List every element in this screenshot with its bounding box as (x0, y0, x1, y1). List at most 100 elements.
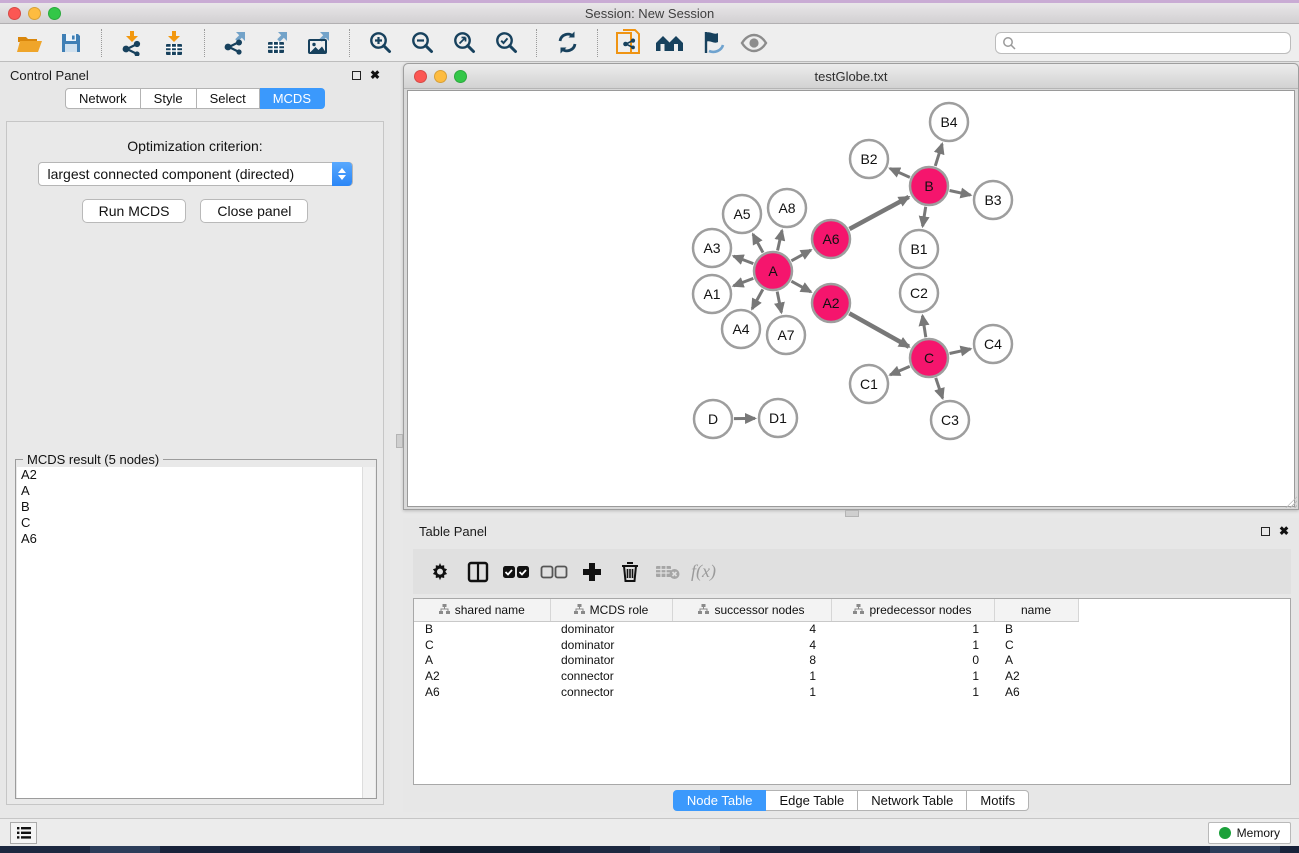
run-mcds-button[interactable]: Run MCDS (82, 199, 187, 223)
graph-edge-B-B4[interactable] (935, 144, 942, 166)
result-list-item[interactable]: A (17, 483, 363, 499)
export-table-button[interactable] (261, 27, 293, 59)
new-network-from-selection-button[interactable] (612, 27, 644, 59)
graph-edge-A6-B[interactable] (849, 197, 908, 229)
panel-splitter-grip-vertical[interactable] (396, 434, 403, 448)
network-graph[interactable]: AA1A2A3A4A5A6A7A8BB1B2B3B4CC1C2C3C4DD1 (408, 91, 1295, 507)
table-row[interactable]: A6connector11A6 (414, 684, 1078, 700)
result-list-item[interactable]: A2 (17, 467, 363, 483)
mcds-result-list[interactable]: A2ABCA6 (17, 467, 363, 798)
tab-edge-table[interactable]: Edge Table (766, 790, 858, 811)
result-list-item[interactable]: A6 (17, 531, 363, 547)
import-network-button[interactable] (116, 27, 148, 59)
zoom-in-button[interactable] (364, 27, 396, 59)
export-network-button[interactable] (219, 27, 251, 59)
close-panel-button[interactable]: Close panel (200, 199, 308, 223)
graph-edge-A-A1[interactable] (734, 278, 754, 285)
zoom-window-button[interactable] (48, 7, 61, 20)
cytoscape-app-window: Session: New Session (0, 0, 1299, 853)
export-image-button[interactable] (303, 27, 335, 59)
graph-edge-A-A4[interactable] (752, 289, 763, 308)
node-table[interactable]: shared nameMCDS rolesuccessor nodesprede… (413, 598, 1291, 785)
graph-node-label-B2: B2 (860, 151, 877, 167)
column-header-shared-name[interactable]: shared name (414, 599, 550, 621)
table-row[interactable]: Cdominator41C (414, 637, 1078, 653)
zoom-out-button[interactable] (406, 27, 438, 59)
toolbar-separator (349, 29, 350, 57)
open-session-button[interactable] (13, 27, 45, 59)
result-list-item[interactable]: C (17, 515, 363, 531)
tab-network-table[interactable]: Network Table (858, 790, 967, 811)
close-network-window-button[interactable] (414, 70, 427, 83)
toolbar-separator (597, 29, 598, 57)
zoom-network-window-button[interactable] (454, 70, 467, 83)
zoom-fit-button[interactable] (448, 27, 480, 59)
graph-edge-A-A8[interactable] (778, 230, 782, 250)
graph-edge-A-A6[interactable] (791, 250, 810, 261)
graph-edge-C-C3[interactable] (936, 378, 943, 398)
network-canvas[interactable]: AA1A2A3A4A5A6A7A8BB1B2B3B4CC1C2C3C4DD1 (407, 90, 1295, 507)
graph-edge-C-C4[interactable] (950, 349, 971, 354)
show-all-button[interactable] (738, 27, 770, 59)
graph-edge-C-C2[interactable] (922, 316, 925, 338)
show-panels-button[interactable] (10, 822, 37, 844)
tab-node-table[interactable]: Node Table (673, 790, 767, 811)
graph-edge-C-C1[interactable] (890, 366, 910, 375)
tab-style[interactable]: Style (141, 88, 197, 109)
column-header-successor-nodes[interactable]: successor nodes (672, 599, 831, 621)
graph-edge-B-B2[interactable] (890, 168, 910, 177)
float-panel-icon[interactable] (352, 71, 361, 80)
panel-splitter-grip-horizontal[interactable] (845, 510, 859, 517)
graph-edge-A-A3[interactable] (734, 256, 754, 263)
minimize-window-button[interactable] (28, 7, 41, 20)
select-all-button[interactable] (501, 557, 531, 587)
result-list-item[interactable]: B (17, 499, 363, 515)
table-row[interactable]: A2connector11A2 (414, 668, 1078, 684)
column-header-MCDS-role[interactable]: MCDS role (550, 599, 672, 621)
dropdown-stepper-icon (332, 162, 352, 186)
memory-button[interactable]: Memory (1208, 822, 1291, 844)
tab-select[interactable]: Select (197, 88, 260, 109)
search-input[interactable] (995, 32, 1291, 54)
result-list-scrollbar[interactable] (362, 467, 375, 798)
save-session-button[interactable] (55, 27, 87, 59)
graph-node-label-D: D (708, 411, 718, 427)
graph-edge-B-B3[interactable] (950, 190, 971, 195)
close-table-panel-icon[interactable]: ✖ (1279, 525, 1289, 537)
graph-edge-B-B1[interactable] (923, 207, 926, 227)
graph-edge-A-A7[interactable] (777, 292, 781, 313)
column-header-predecessor-nodes[interactable]: predecessor nodes (831, 599, 994, 621)
close-window-button[interactable] (8, 7, 21, 20)
deselect-all-button[interactable] (539, 557, 569, 587)
delete-table-button[interactable] (653, 557, 683, 587)
gear-button[interactable] (425, 557, 455, 587)
table-row[interactable]: Adominator80A (414, 652, 1078, 668)
graph-edge-A-A2[interactable] (791, 281, 810, 292)
tab-mcds[interactable]: MCDS (260, 88, 325, 109)
search-field-wrap (995, 32, 1291, 54)
minimize-network-window-button[interactable] (434, 70, 447, 83)
refresh-button[interactable] (551, 27, 583, 59)
function-builder-button[interactable]: f(x) (691, 561, 716, 582)
close-panel-icon[interactable]: ✖ (370, 69, 380, 81)
graph-edge-A-A5[interactable] (753, 234, 763, 252)
criterion-dropdown[interactable]: largest connected component (directed) (38, 162, 353, 186)
zoom-selected-button[interactable] (490, 27, 522, 59)
column-header-name[interactable]: name (994, 599, 1078, 621)
tab-motifs[interactable]: Motifs (967, 790, 1029, 811)
first-neighbors-button[interactable] (654, 27, 686, 59)
tab-network[interactable]: Network (65, 88, 141, 109)
float-table-panel-icon[interactable] (1261, 527, 1270, 536)
add-column-button[interactable] (577, 557, 607, 587)
export-table-icon (264, 30, 290, 56)
import-table-button[interactable] (158, 27, 190, 59)
table-row[interactable]: Bdominator41B (414, 621, 1078, 637)
delete-button[interactable] (615, 557, 645, 587)
graph-edge-A2-C[interactable] (849, 313, 909, 346)
table-cell: 4 (672, 637, 831, 653)
table-cell: B (994, 621, 1078, 637)
hide-selected-button[interactable] (696, 27, 728, 59)
columns-button[interactable] (463, 557, 493, 587)
window-resize-grip[interactable] (1285, 496, 1297, 508)
graph-node-label-A1: A1 (703, 286, 720, 302)
